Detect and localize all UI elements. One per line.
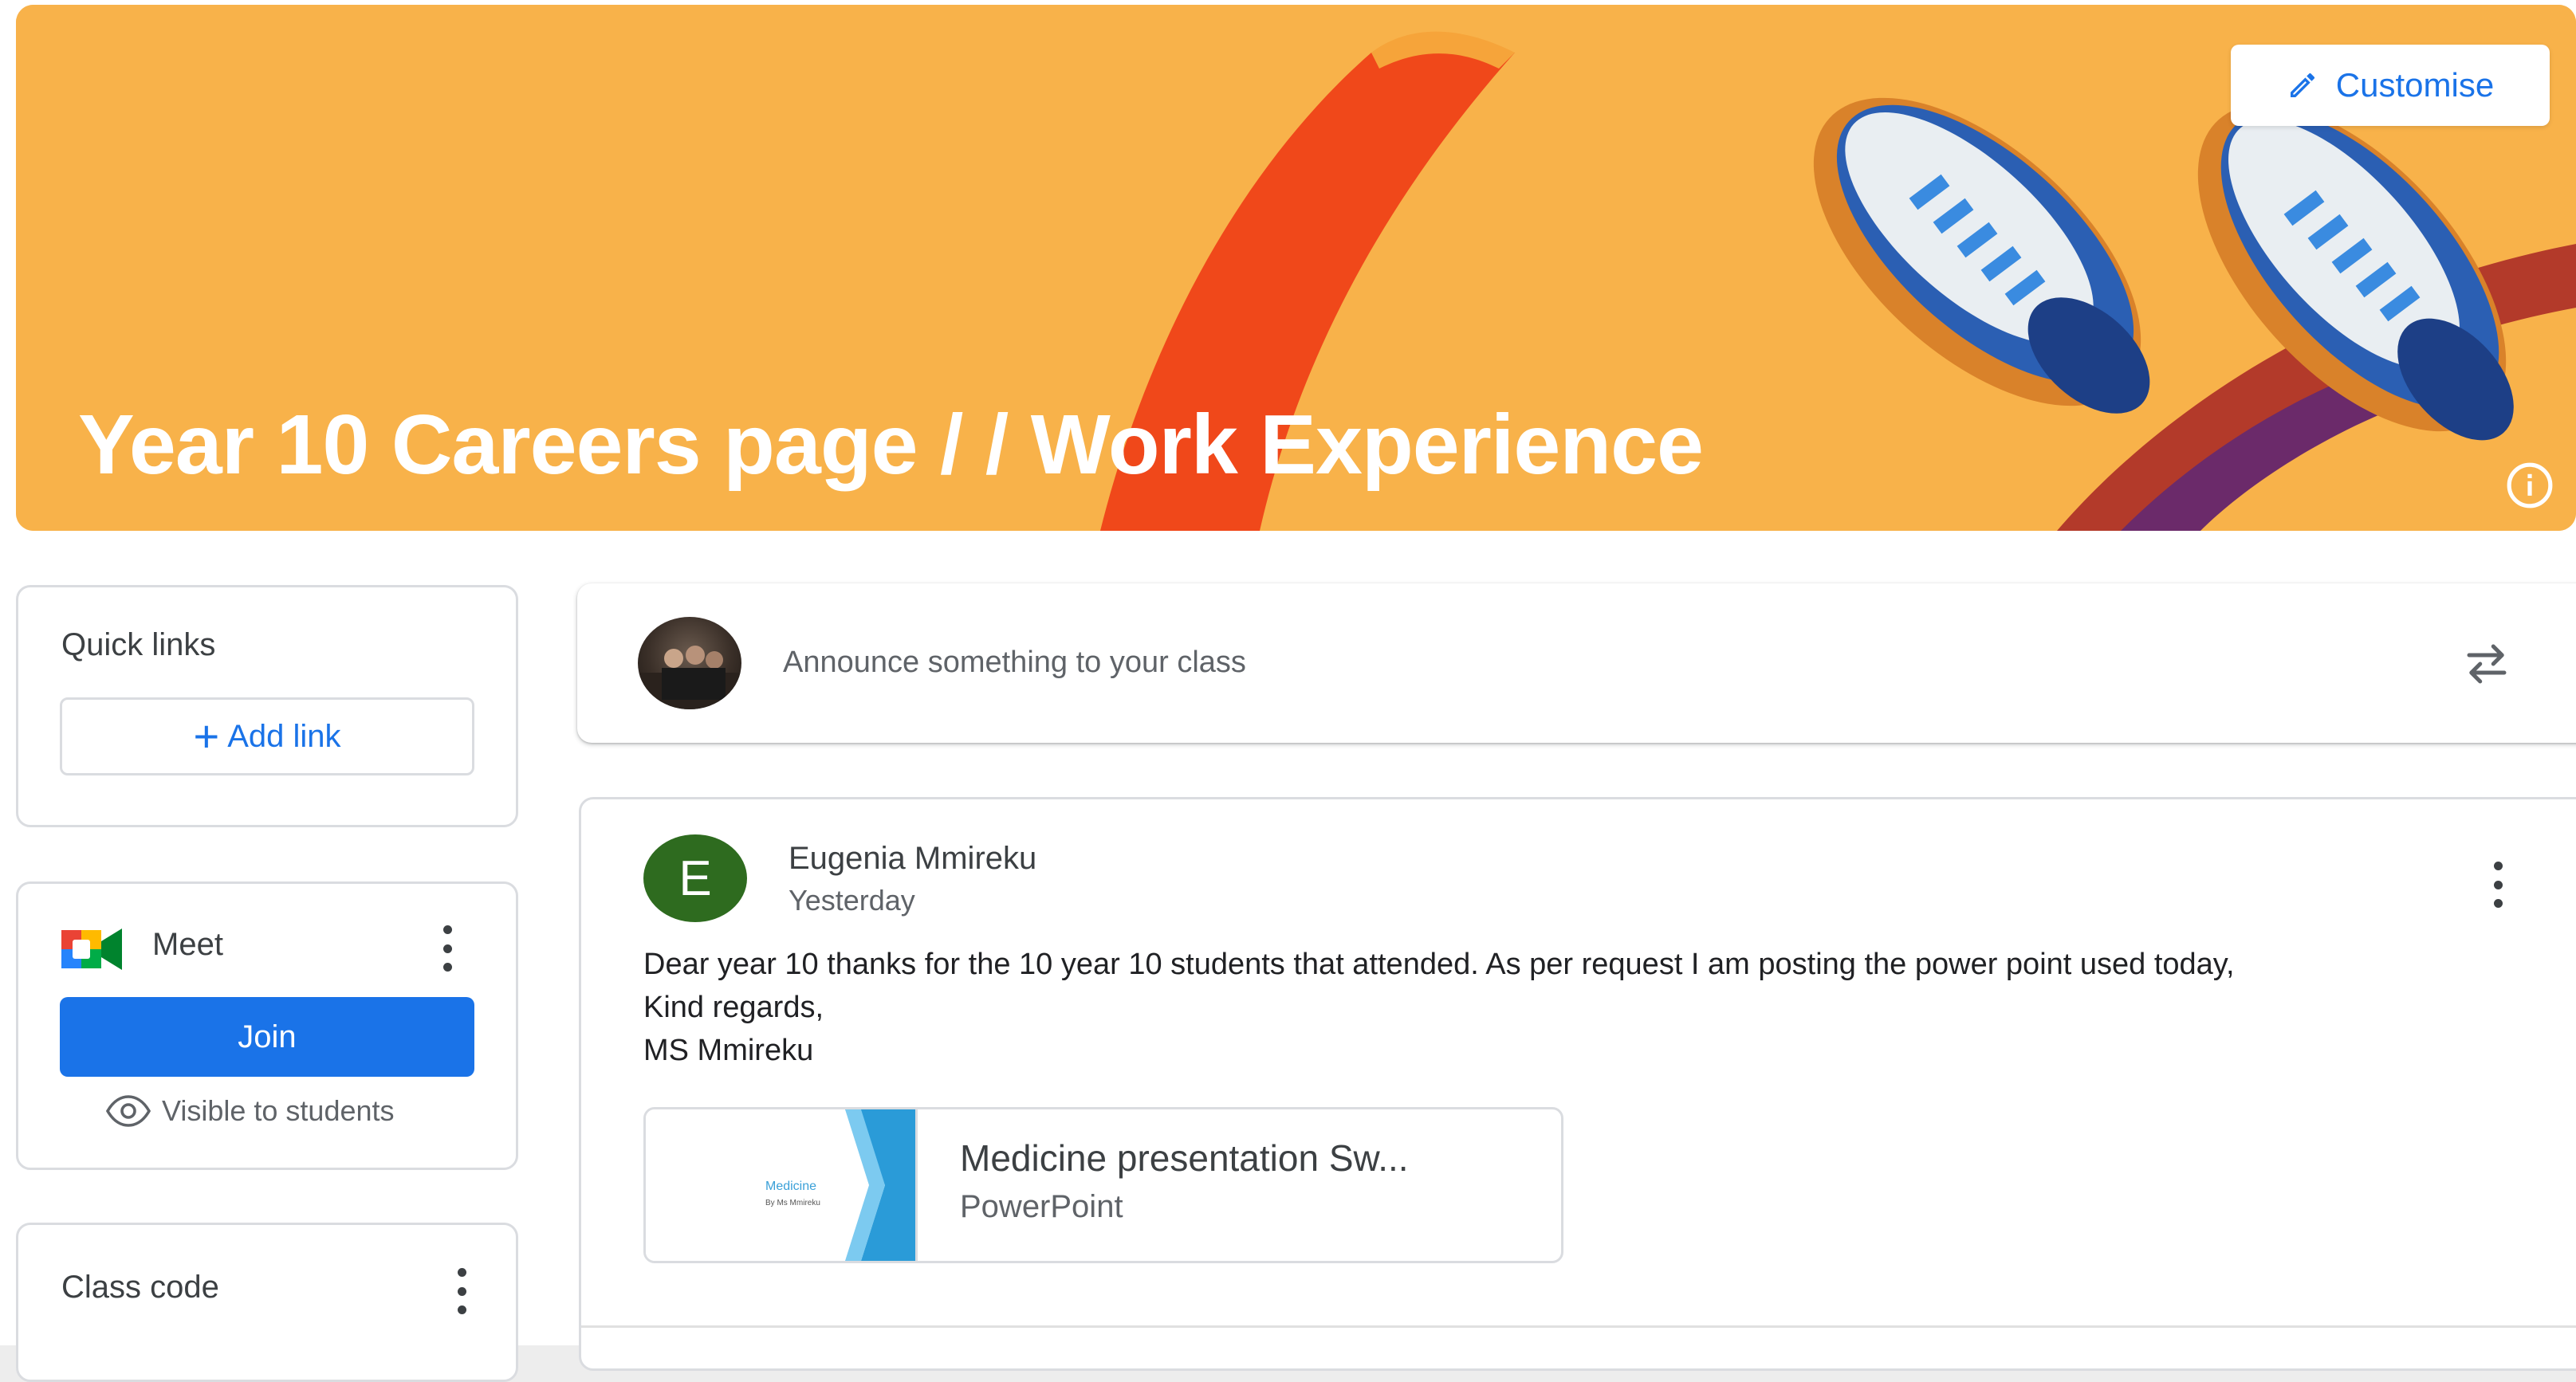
pencil-icon bbox=[2290, 73, 2314, 97]
post-time: Yesterday bbox=[789, 884, 915, 917]
attachment-card[interactable]: Medicine By Ms Mmireku Medicine presenta… bbox=[643, 1107, 1563, 1263]
meet-title: Meet bbox=[152, 927, 223, 962]
announce-box[interactable]: Announce something to your class bbox=[577, 583, 2576, 743]
eye-icon bbox=[106, 1095, 151, 1127]
add-link-button[interactable]: + Add link bbox=[60, 697, 474, 775]
classroom-stream-page: Year 10 Careers page / / Work Experience… bbox=[0, 0, 2576, 1382]
meet-card: Meet Join Visible to students bbox=[16, 881, 518, 1170]
class-code-more-icon[interactable] bbox=[454, 1268, 470, 1314]
thumbnail-subtitle: By Ms Mmireku bbox=[765, 1199, 820, 1207]
thumbnail-title: Medicine bbox=[765, 1180, 817, 1193]
announce-placeholder: Announce something to your class bbox=[783, 646, 1246, 679]
add-link-label: Add link bbox=[227, 718, 341, 754]
post-body-line: Kind regards, bbox=[643, 991, 824, 1024]
post-body-line: Dear year 10 thanks for the 10 year 10 s… bbox=[643, 948, 2235, 981]
quick-links-card: Quick links + Add link bbox=[16, 585, 518, 827]
join-label: Join bbox=[238, 1019, 297, 1054]
post-more-icon[interactable] bbox=[2490, 862, 2506, 908]
google-meet-icon bbox=[61, 929, 122, 970]
user-avatar bbox=[638, 617, 741, 709]
join-meet-button[interactable]: Join bbox=[60, 997, 474, 1077]
class-banner: Year 10 Careers page / / Work Experience… bbox=[16, 5, 2576, 531]
post-author: Eugenia Mmireku bbox=[789, 841, 1037, 876]
post-body-line: MS Mmireku bbox=[643, 1034, 814, 1067]
stream-post: E Eugenia Mmireku Yesterday Dear year 10… bbox=[579, 797, 2576, 1371]
post-body: Dear year 10 thanks for the 10 year 10 s… bbox=[643, 943, 2477, 1072]
attachment-type: PowerPoint bbox=[960, 1189, 1123, 1224]
repost-icon[interactable] bbox=[2460, 638, 2513, 690]
class-title: Year 10 Careers page / / Work Experience bbox=[78, 398, 1704, 492]
plus-icon: + bbox=[193, 711, 220, 761]
attachment-title: Medicine presentation Sw... bbox=[960, 1137, 1409, 1179]
attachment-thumbnail: Medicine By Ms Mmireku bbox=[646, 1109, 918, 1261]
class-code-card: Class code bbox=[16, 1223, 518, 1382]
author-avatar: E bbox=[643, 834, 747, 922]
customise-label: Customise bbox=[2335, 66, 2495, 104]
visibility-indicator: Visible to students bbox=[106, 1094, 395, 1128]
post-divider bbox=[581, 1325, 2576, 1328]
class-code-title: Class code bbox=[61, 1270, 219, 1305]
visibility-label: Visible to students bbox=[162, 1094, 395, 1127]
meet-more-icon[interactable] bbox=[439, 925, 455, 972]
customise-button[interactable]: Customise bbox=[2231, 45, 2550, 126]
quick-links-title: Quick links bbox=[61, 627, 216, 662]
info-icon[interactable] bbox=[2505, 461, 2554, 510]
